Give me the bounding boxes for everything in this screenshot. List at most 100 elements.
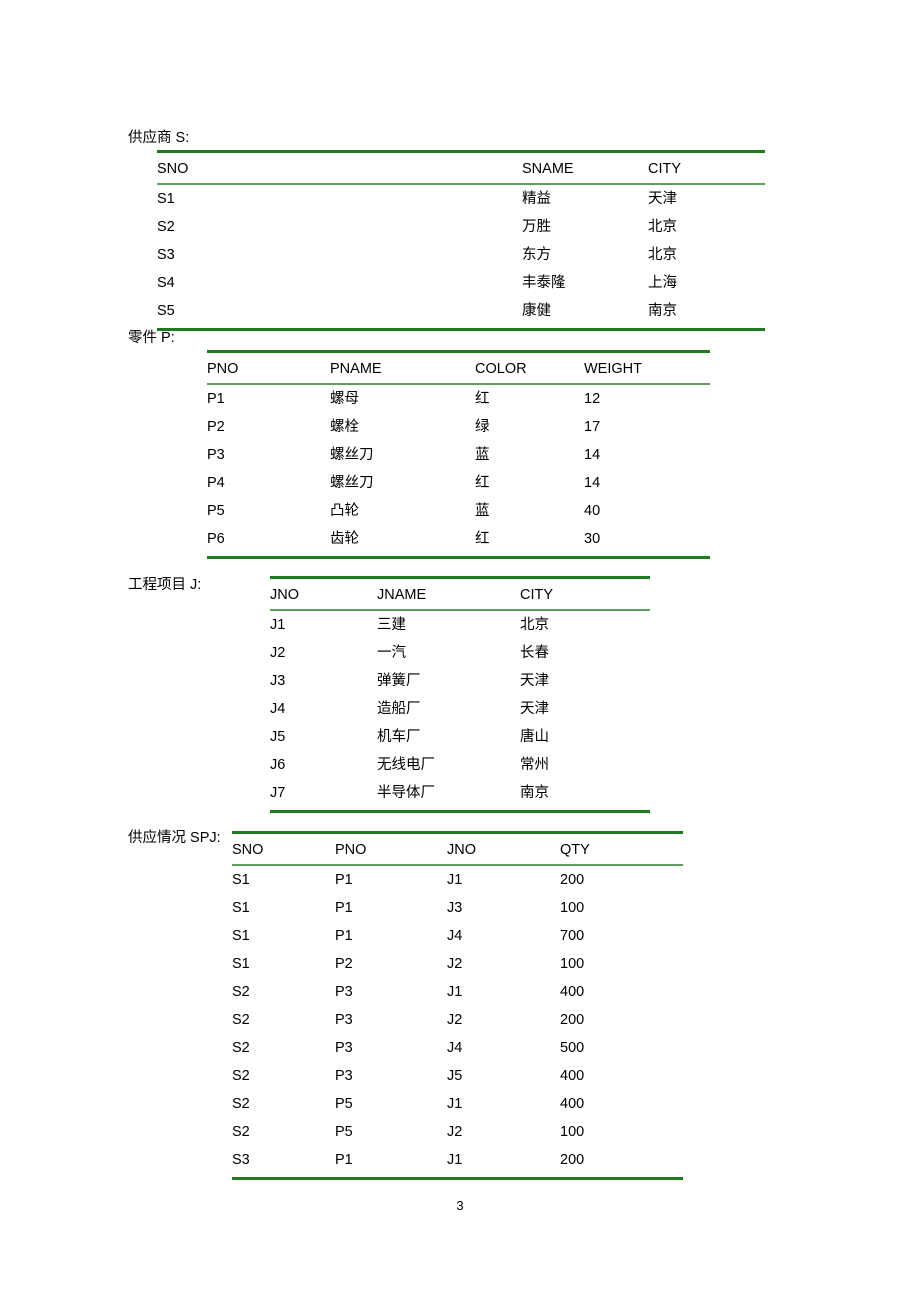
cell-pname: 齿轮 bbox=[330, 531, 359, 547]
cell-sno: S3 bbox=[157, 247, 175, 263]
cell-jname: 造船厂 bbox=[377, 701, 421, 717]
cell-sno: S2 bbox=[232, 1124, 250, 1140]
column-header: JNAME bbox=[377, 582, 520, 611]
column-header: SNO bbox=[232, 837, 335, 866]
column-header: JNO bbox=[447, 837, 560, 866]
cell-jname: 三建 bbox=[377, 617, 406, 633]
column-header: PNO bbox=[335, 837, 447, 866]
caption-part-table: 零件 P: bbox=[128, 330, 175, 346]
cell-sname: 康健 bbox=[522, 303, 551, 319]
cell-sno: S3 bbox=[232, 1152, 250, 1168]
table-row: S3 P1 J1 200 bbox=[232, 1146, 683, 1174]
table-row: S1 P1 J4 700 bbox=[232, 922, 683, 950]
column-header: SNAME bbox=[522, 156, 648, 185]
table-row: S2 P5 J2 100 bbox=[232, 1118, 683, 1146]
cell-city: 常州 bbox=[520, 757, 549, 773]
cell-color: 绿 bbox=[475, 419, 490, 435]
table-row: J3 弹簧厂 天津 bbox=[270, 667, 650, 695]
table-row: S2 P3 J4 500 bbox=[232, 1034, 683, 1062]
cell-city: 唐山 bbox=[520, 729, 549, 745]
column-header: PNAME bbox=[330, 356, 475, 385]
table-row: S1 P1 J1 200 bbox=[232, 865, 683, 894]
table-row: P2 螺栓 绿 17 bbox=[207, 413, 710, 441]
cell-jno: J1 bbox=[447, 1152, 463, 1168]
cell-sno: S2 bbox=[232, 1040, 250, 1056]
cell-color: 红 bbox=[475, 475, 490, 491]
table-row: J2 一汽 长春 bbox=[270, 639, 650, 667]
cell-color: 蓝 bbox=[475, 503, 490, 519]
table-row: P5 凸轮 蓝 40 bbox=[207, 497, 710, 525]
cell-weight: 30 bbox=[584, 531, 601, 547]
table-bottom-rule bbox=[207, 553, 710, 559]
table-row: S5 康健 南京 bbox=[157, 297, 765, 325]
cell-jno: J4 bbox=[270, 701, 286, 717]
cell-pno: P5 bbox=[207, 503, 225, 519]
cell-jno: J4 bbox=[447, 1040, 463, 1056]
part-table: PNO PNAME COLOR WEIGHT P1 螺母 红 12 P2 螺栓 … bbox=[207, 350, 710, 559]
cell-pno: P3 bbox=[335, 1012, 353, 1028]
cell-color: 红 bbox=[475, 531, 490, 547]
table-row: J7 半导体厂 南京 bbox=[270, 779, 650, 807]
cell-qty: 400 bbox=[560, 1068, 585, 1084]
project-table: JNO JNAME CITY J1 三建 北京 J2 一汽 长春 J3 弹簧厂 … bbox=[270, 576, 650, 813]
cell-qty: 200 bbox=[560, 1012, 585, 1028]
cell-pname: 螺丝刀 bbox=[330, 447, 374, 463]
cell-qty: 100 bbox=[560, 900, 585, 916]
cell-jno: J3 bbox=[447, 900, 463, 916]
table-row: P6 齿轮 红 30 bbox=[207, 525, 710, 553]
cell-pno: P1 bbox=[335, 928, 353, 944]
cell-sno: S1 bbox=[232, 928, 250, 944]
table-header-row: JNO JNAME CITY bbox=[270, 582, 650, 611]
cell-sname: 丰泰隆 bbox=[522, 275, 566, 291]
table-row: S3 东方 北京 bbox=[157, 241, 765, 269]
table-row: S2 P3 J1 400 bbox=[232, 978, 683, 1006]
table-row: P1 螺母 红 12 bbox=[207, 384, 710, 413]
cell-sname: 万胜 bbox=[522, 219, 551, 235]
column-header: QTY bbox=[560, 837, 683, 866]
cell-pno: P5 bbox=[335, 1124, 353, 1140]
table-row: S1 P2 J2 100 bbox=[232, 950, 683, 978]
caption-supplier-table: 供应商 S: bbox=[128, 130, 190, 146]
cell-pname: 螺栓 bbox=[330, 419, 359, 435]
cell-jno: J5 bbox=[270, 729, 286, 745]
table-row: S2 P5 J1 400 bbox=[232, 1090, 683, 1118]
document-page: 供应商 S: SNO SNAME CITY S1 精益 天津 S2 万胜 北京 … bbox=[0, 0, 920, 1301]
caption-supply-table: 供应情况 SPJ: bbox=[128, 830, 221, 846]
cell-pno: P1 bbox=[335, 900, 353, 916]
cell-weight: 12 bbox=[584, 391, 601, 407]
cell-sno: S1 bbox=[157, 191, 175, 207]
cell-sno: S2 bbox=[232, 984, 250, 1000]
column-header: WEIGHT bbox=[584, 356, 710, 385]
cell-pno: P2 bbox=[335, 956, 353, 972]
table-row: S1 P1 J3 100 bbox=[232, 894, 683, 922]
table-header-row: PNO PNAME COLOR WEIGHT bbox=[207, 356, 710, 385]
table-row: P3 螺丝刀 蓝 14 bbox=[207, 441, 710, 469]
cell-pno: P6 bbox=[207, 531, 225, 547]
cell-pno: P3 bbox=[207, 447, 225, 463]
table-bottom-rule bbox=[270, 807, 650, 813]
cell-sno: S4 bbox=[157, 275, 175, 291]
cell-sno: S5 bbox=[157, 303, 175, 319]
cell-qty: 200 bbox=[560, 872, 585, 888]
cell-jno: J4 bbox=[447, 928, 463, 944]
column-header: COLOR bbox=[475, 356, 584, 385]
cell-weight: 40 bbox=[584, 503, 601, 519]
cell-city: 天津 bbox=[520, 673, 549, 689]
cell-pno: P3 bbox=[335, 1068, 353, 1084]
table-header-row: SNO PNO JNO QTY bbox=[232, 837, 683, 866]
cell-jno: J2 bbox=[447, 956, 463, 972]
table-row: P4 螺丝刀 红 14 bbox=[207, 469, 710, 497]
table-row: J6 无线电厂 常州 bbox=[270, 751, 650, 779]
table-row: J4 造船厂 天津 bbox=[270, 695, 650, 723]
cell-jname: 无线电厂 bbox=[377, 757, 435, 773]
table-bottom-rule bbox=[157, 325, 765, 331]
cell-pname: 螺丝刀 bbox=[330, 475, 374, 491]
supply-table: SNO PNO JNO QTY S1 P1 J1 200 S1 P1 J3 10… bbox=[232, 831, 683, 1180]
table-row: J5 机车厂 唐山 bbox=[270, 723, 650, 751]
cell-city: 北京 bbox=[520, 617, 549, 633]
cell-sno: S1 bbox=[232, 956, 250, 972]
table-row: S2 P3 J5 400 bbox=[232, 1062, 683, 1090]
cell-sno: S1 bbox=[232, 872, 250, 888]
cell-qty: 200 bbox=[560, 1152, 585, 1168]
cell-jno: J2 bbox=[270, 645, 286, 661]
